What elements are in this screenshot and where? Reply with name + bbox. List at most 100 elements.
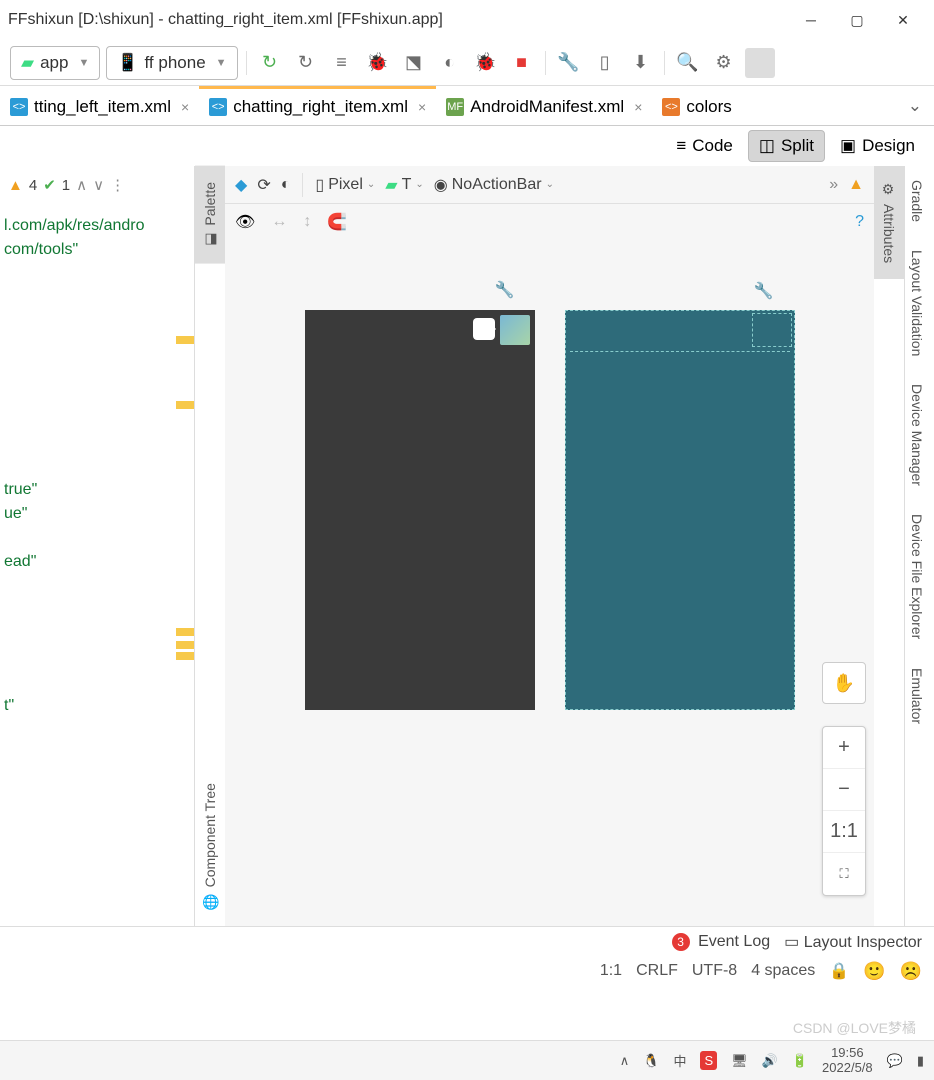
- qq-icon[interactable]: 🐧: [643, 1053, 659, 1069]
- indent[interactable]: 4 spaces: [751, 962, 815, 980]
- code-text[interactable]: l.com/apk/res/andro com/tools" true" ue"…: [0, 204, 194, 728]
- design-preview[interactable]: 🔧: [305, 310, 535, 710]
- magnet-button[interactable]: 🧲: [327, 212, 347, 232]
- theme-picker[interactable]: ◉ NoActionBar ⌄: [434, 175, 554, 195]
- code-line: l.com/apk/res/andro: [4, 214, 190, 238]
- orientation-button[interactable]: ⟳: [257, 175, 270, 195]
- device-file-explorer-tab[interactable]: Device File Explorer: [905, 500, 929, 653]
- warning-icon[interactable]: ▲: [848, 176, 864, 194]
- surfaces-button[interactable]: ◆: [235, 175, 247, 195]
- split-view-button[interactable]: ◫ Split: [748, 130, 825, 162]
- component-tree-tab[interactable]: 🌐 Component Tree: [195, 767, 225, 926]
- pan-lr-button[interactable]: ↔: [271, 213, 287, 231]
- volume-icon[interactable]: 🔊: [762, 1053, 778, 1069]
- avd-manager-button[interactable]: 🔧: [554, 48, 584, 78]
- scrollbar-marker[interactable]: [176, 401, 194, 409]
- line-separator[interactable]: CRLF: [636, 962, 678, 980]
- close-button[interactable]: ✕: [880, 5, 926, 35]
- code-pane[interactable]: ▲ 4 ✔ 1 ∧ ∨ ⋮ l.com/apk/res/andro com/to…: [0, 166, 195, 926]
- minimize-button[interactable]: ─: [788, 5, 834, 35]
- design-view-button[interactable]: ▣ Design: [829, 130, 926, 162]
- attributes-tab[interactable]: ⚙ Attributes: [874, 166, 904, 279]
- profiler-button[interactable]: ◐: [435, 48, 465, 78]
- network-icon[interactable]: 🖥: [731, 1053, 748, 1069]
- module-selector[interactable]: ▰ app ▼: [10, 46, 100, 80]
- layout-inspector-button[interactable]: ▭ Layout Inspector: [784, 932, 922, 952]
- gradle-tab[interactable]: Gradle: [905, 166, 929, 236]
- design-canvas[interactable]: 🔧 🔧 ✋ + − 1:1 ⛶: [225, 240, 874, 926]
- clock[interactable]: 19:56 2022/5/8: [822, 1046, 873, 1075]
- device-manager-tab[interactable]: Device Manager: [905, 370, 929, 500]
- action-center-icon[interactable]: ▮: [917, 1053, 924, 1069]
- ide-status-sad[interactable]: ☹️: [900, 961, 922, 982]
- stop-button[interactable]: ■: [507, 48, 537, 78]
- zoom-fit-button[interactable]: ⛶: [823, 853, 865, 895]
- maximize-button[interactable]: ▢: [834, 5, 880, 35]
- pan-ud-button[interactable]: ↕: [303, 213, 311, 231]
- cursor-position[interactable]: 1:1: [600, 962, 622, 980]
- notifications-icon[interactable]: 💬: [887, 1053, 903, 1069]
- sdk-manager-button[interactable]: ▯: [590, 48, 620, 78]
- wrench-icon[interactable]: 🔧: [495, 280, 515, 300]
- nav-down-icon[interactable]: ∨: [93, 176, 104, 194]
- close-icon[interactable]: ×: [634, 99, 642, 115]
- tab-manifest[interactable]: MF AndroidManifest.xml ×: [436, 86, 652, 125]
- debug-button[interactable]: 🐞: [363, 48, 393, 78]
- blueprint-item[interactable]: [752, 313, 792, 347]
- tab-left-item[interactable]: <> tting_left_item.xml ×: [0, 86, 199, 125]
- tab-label: tting_left_item.xml: [34, 97, 171, 117]
- blueprint-preview[interactable]: 🔧: [565, 310, 795, 710]
- layout-validation-tab[interactable]: Layout Validation: [905, 236, 929, 370]
- run-button[interactable]: ↻: [255, 48, 285, 78]
- zoom-reset-button[interactable]: 1:1: [823, 811, 865, 853]
- battery-icon[interactable]: 🔋: [792, 1053, 808, 1069]
- encoding[interactable]: UTF-8: [692, 962, 737, 980]
- scrollbar-marker[interactable]: [176, 336, 194, 344]
- emulator-tab[interactable]: Emulator: [905, 654, 929, 738]
- scrollbar-marker[interactable]: [176, 641, 194, 649]
- more-icon[interactable]: ⋮: [110, 176, 125, 194]
- chat-bubble[interactable]: [473, 318, 495, 340]
- ide-status-ok[interactable]: 🙂: [863, 961, 885, 982]
- settings-button[interactable]: ⚙: [709, 48, 739, 78]
- coverage-button[interactable]: ⬔: [399, 48, 429, 78]
- overflow-button[interactable]: »: [829, 176, 838, 194]
- code-label: Code: [692, 136, 733, 156]
- inspection-summary[interactable]: ▲ 4 ✔ 1 ∧ ∨ ⋮: [0, 166, 194, 204]
- tab-colors[interactable]: <> colors: [652, 86, 741, 125]
- tab-right-item[interactable]: <> chatting_right_item.xml ×: [199, 86, 436, 125]
- close-icon[interactable]: ×: [418, 99, 426, 115]
- rerun-button[interactable]: ↻: [291, 48, 321, 78]
- close-icon[interactable]: ×: [181, 99, 189, 115]
- event-log-badge: 3: [672, 933, 690, 951]
- code-view-button[interactable]: ≡ Code: [665, 130, 744, 162]
- scrollbar-marker[interactable]: [176, 652, 194, 660]
- pan-tool-button[interactable]: ✋: [822, 662, 866, 704]
- scrollbar-marker[interactable]: [176, 628, 194, 636]
- device-picker[interactable]: ▯ Pixel ⌄: [315, 175, 375, 195]
- ime-icon[interactable]: 中: [673, 1051, 686, 1070]
- lock-icon[interactable]: 🔒: [829, 961, 849, 981]
- code-line: [4, 670, 190, 694]
- sogou-icon[interactable]: S: [700, 1051, 717, 1070]
- view-options-button[interactable]: 👁: [235, 212, 255, 232]
- zoom-out-button[interactable]: −: [823, 769, 865, 811]
- search-button[interactable]: 🔍: [673, 48, 703, 78]
- zoom-in-button[interactable]: +: [823, 727, 865, 769]
- sync-button[interactable]: ⬇: [626, 48, 656, 78]
- attach-debug-button[interactable]: 🐞: [471, 48, 501, 78]
- api-picker[interactable]: ▰ T ⌄: [385, 175, 423, 195]
- tabs-overflow[interactable]: ⌄: [896, 96, 934, 116]
- editor-main: ▲ 4 ✔ 1 ∧ ∨ ⋮ l.com/apk/res/andro com/to…: [0, 166, 934, 926]
- apply-changes-button[interactable]: ≡: [327, 48, 357, 78]
- tray-up-icon[interactable]: ∧: [620, 1053, 630, 1069]
- user-avatar[interactable]: [745, 48, 775, 78]
- night-mode-button[interactable]: ◐: [281, 176, 291, 194]
- nav-up-icon[interactable]: ∧: [76, 176, 87, 194]
- avatar-image[interactable]: [500, 315, 530, 345]
- event-log-button[interactable]: 3 Event Log: [672, 933, 771, 951]
- wrench-icon[interactable]: 🔧: [754, 281, 774, 301]
- palette-tab[interactable]: ◧ Palette: [195, 166, 225, 264]
- device-selector[interactable]: 📱 ff phone ▼: [106, 46, 237, 80]
- help-button[interactable]: ?: [855, 213, 864, 231]
